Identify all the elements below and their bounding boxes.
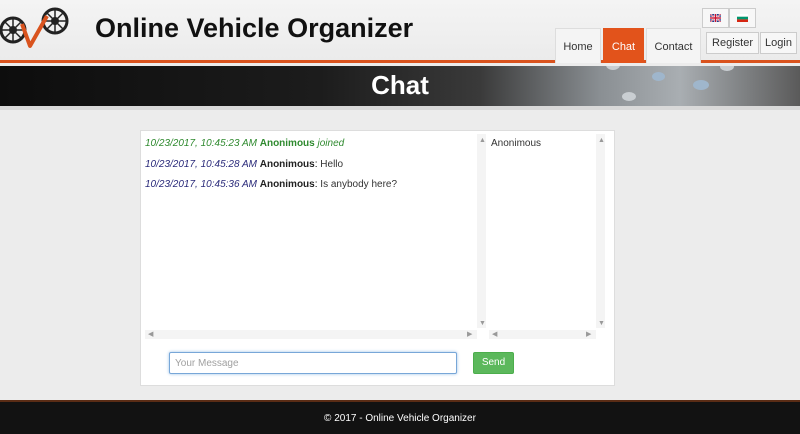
language-en-button[interactable]	[702, 8, 729, 28]
site-header: Online Vehicle Organizer Home Chat Conta…	[0, 0, 800, 63]
nav-home-tab[interactable]: Home	[555, 28, 601, 63]
message-timestamp: 10/23/2017, 10:45:28 AM	[145, 158, 257, 170]
page-title: Chat	[371, 70, 429, 100]
nav-contact-tab[interactable]: Contact	[646, 28, 701, 63]
chat-panel: 10/23/2017, 10:45:23 AM Anonimous joined…	[140, 130, 615, 386]
site-footer: © 2017 - Online Vehicle Organizer	[0, 400, 800, 434]
login-button[interactable]: Login	[760, 32, 797, 54]
message-item: 10/23/2017, 10:45:23 AM Anonimous joined	[145, 134, 476, 155]
auth-buttons: Register Login	[706, 32, 797, 54]
message-list-vertical-scrollbar[interactable]: ▲ ▼	[477, 134, 486, 328]
page-banner: Chat	[0, 66, 800, 106]
message-text: Is anybody here?	[320, 179, 398, 190]
message-item: 10/23/2017, 10:45:28 AM Anonimous: Hello	[145, 158, 344, 170]
user-list[interactable]: Anonimous	[489, 134, 608, 331]
scroll-down-icon[interactable]: ▼	[598, 320, 605, 328]
message-list-horizontal-scrollbar[interactable]: ◀ ▶	[145, 330, 477, 339]
message-item: 10/23/2017, 10:45:36 AM Anonimous: Is an…	[145, 179, 398, 190]
message-text: joined	[317, 138, 345, 149]
message-timestamp: 10/23/2017, 10:45:36 AM	[145, 179, 257, 190]
scroll-down-icon[interactable]: ▼	[479, 320, 486, 328]
user-list-vertical-scrollbar[interactable]: ▲ ▼	[596, 134, 605, 328]
english-flag-icon	[710, 14, 721, 22]
language-switcher	[702, 8, 756, 28]
message-user: Anonimous	[259, 179, 315, 190]
scroll-up-icon[interactable]: ▲	[479, 137, 486, 145]
message-list[interactable]: 10/23/2017, 10:45:23 AM Anonimous joined…	[145, 134, 476, 331]
scroll-right-icon[interactable]: ▶	[467, 331, 472, 339]
footer-copyright: © 2017 - Online Vehicle Organizer	[324, 413, 476, 424]
send-button[interactable]: Send	[473, 352, 514, 374]
message-user: Anonimous	[259, 158, 315, 170]
user-list-item[interactable]: Anonimous	[489, 134, 608, 154]
register-button[interactable]: Register	[706, 32, 759, 54]
scroll-up-icon[interactable]: ▲	[598, 137, 605, 145]
bulgarian-flag-icon	[737, 14, 748, 22]
user-list-horizontal-scrollbar[interactable]: ◀ ▶	[489, 330, 596, 339]
scroll-right-icon[interactable]: ▶	[586, 331, 591, 339]
scroll-left-icon[interactable]: ◀	[148, 331, 153, 339]
vehicle-logo-icon[interactable]	[0, 6, 72, 52]
nav-chat-tab[interactable]: Chat	[603, 28, 644, 63]
message-text: Hello	[320, 158, 344, 170]
site-title[interactable]: Online Vehicle Organizer	[95, 13, 413, 44]
message-timestamp: 10/23/2017, 10:45:23 AM	[145, 138, 257, 149]
message-input[interactable]	[169, 352, 457, 374]
language-bg-button[interactable]	[729, 8, 756, 28]
message-user: Anonimous	[259, 138, 315, 149]
scroll-left-icon[interactable]: ◀	[492, 331, 497, 339]
main-nav: Home Chat Contact	[555, 28, 703, 63]
banner-divider	[0, 106, 800, 110]
